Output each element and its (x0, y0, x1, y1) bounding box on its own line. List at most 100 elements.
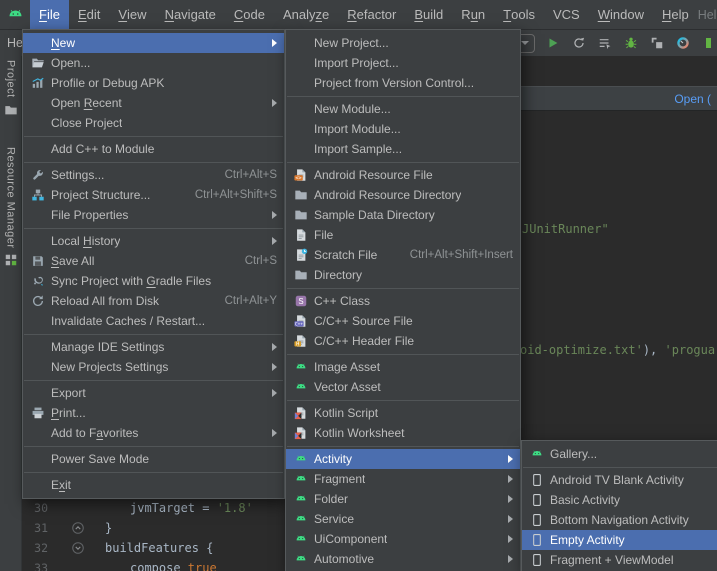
menu-item-android-resource-directory[interactable]: Android Resource Directory (286, 185, 520, 205)
menu-item-profile-or-debug-apk[interactable]: Profile or Debug APK (23, 73, 284, 93)
menu-item-file-properties[interactable]: File Properties (23, 205, 284, 225)
menu-item-service[interactable]: Service (286, 509, 520, 529)
menubar-item-window[interactable]: Window (589, 0, 653, 29)
device-edge-button[interactable] (700, 35, 717, 52)
menu-item-export[interactable]: Export (23, 383, 284, 403)
menubar-item-vcs[interactable]: VCS (544, 0, 589, 29)
menu-item-add-c-to-module[interactable]: Add C++ to Module (23, 139, 284, 159)
menu-separator (287, 446, 519, 447)
menu-item-open-recent[interactable]: Open Recent (23, 93, 284, 113)
menu-item-invalidate-caches-restart[interactable]: Invalidate Caches / Restart... (23, 311, 284, 331)
debug-bug-button[interactable] (622, 35, 639, 52)
menu-item-label: Gallery... (550, 447, 597, 461)
menu-item-label: Fragment (314, 472, 365, 486)
menubar-item-edit[interactable]: Edit (69, 0, 109, 29)
menu-item-label: Empty Activity (550, 533, 625, 547)
menu-item-c-c-source-file[interactable]: C++C/C++ Source File (286, 311, 520, 331)
menu-item-new[interactable]: New (23, 33, 284, 53)
menu-item-import-module[interactable]: Import Module... (286, 119, 520, 139)
menu-item-vector-asset[interactable]: Vector Asset (286, 377, 520, 397)
menubar-item-run[interactable]: Run (452, 0, 494, 29)
menu-item-gallery[interactable]: Gallery... (522, 444, 717, 464)
menu-item-power-save-mode[interactable]: Power Save Mode (23, 449, 284, 469)
menu-item-basic-activity[interactable]: Basic Activity (522, 490, 717, 510)
play-button[interactable] (544, 35, 561, 52)
menu-item-activity[interactable]: Activity (286, 449, 520, 469)
menu-item-icon-slot (292, 141, 309, 157)
cpp-source-icon: C++ (294, 314, 308, 328)
menu-item-label: Project Structure... (51, 188, 150, 202)
menu-item-project-from-version-control[interactable]: Project from Version Control... (286, 73, 520, 93)
android-studio-window: FileEditViewNavigateCodeAnalyzeRefactorB… (0, 0, 717, 571)
folder-icon (294, 208, 308, 222)
menu-item-android-resource-file[interactable]: <>Android Resource File (286, 165, 520, 185)
menu-separator (24, 334, 283, 335)
menu-item-label: Power Save Mode (51, 452, 149, 466)
menu-item-empty-activity[interactable]: Empty Activity (522, 530, 717, 550)
menu-item-fragment[interactable]: Fragment (286, 469, 520, 489)
menu-item-automotive[interactable]: Automotive (286, 549, 520, 569)
menu-item-sample-data-directory[interactable]: Sample Data Directory (286, 205, 520, 225)
menu-item-settings[interactable]: Settings...Ctrl+Alt+S (23, 165, 284, 185)
code-text: jvmTarget = '1.8' (130, 498, 253, 518)
menu-item-kotlin-worksheet[interactable]: Kotlin Worksheet (286, 423, 520, 443)
code-text: } (105, 518, 112, 538)
banner-open-link[interactable]: Open ( (674, 92, 717, 106)
fold-marker[interactable] (71, 521, 85, 535)
menu-item-sync-project-with-gradle-files[interactable]: Sync Project with Gradle Files (23, 271, 284, 291)
fold-marker[interactable] (71, 541, 85, 555)
menu-item-fragment-viewmodel[interactable]: Fragment + ViewModel (522, 550, 717, 570)
menu-item-add-to-favorites[interactable]: Add to Favorites (23, 423, 284, 443)
menu-item-android-tv-blank-activity[interactable]: Android TV Blank Activity (522, 470, 717, 490)
menu-item-manage-ide-settings[interactable]: Manage IDE Settings (23, 337, 284, 357)
menubar-item-help[interactable]: Help (653, 0, 698, 29)
menu-item-project-structure[interactable]: Project Structure...Ctrl+Alt+Shift+S (23, 185, 284, 205)
menu-item-print[interactable]: Print... (23, 403, 284, 423)
menu-item-new-project[interactable]: New Project... (286, 33, 520, 53)
tool-window-tab-resource-manager[interactable]: Resource Manager (4, 147, 18, 268)
submenu-arrow-icon (272, 389, 277, 397)
menu-item-uicomponent[interactable]: UiComponent (286, 529, 520, 549)
menubar-item-code[interactable]: Code (225, 0, 274, 29)
menu-item-close-project[interactable]: Close Project (23, 113, 284, 133)
menu-item-label: Save All (51, 254, 94, 268)
menu-item-save-all[interactable]: Save AllCtrl+S (23, 251, 284, 271)
activity-template-icon (530, 533, 544, 547)
menubar-item-refactor[interactable]: Refactor (338, 0, 405, 29)
menu-separator (24, 228, 283, 229)
menu-item-new-module[interactable]: New Module... (286, 99, 520, 119)
menu-item-folder[interactable]: Folder (286, 489, 520, 509)
menu-item-kotlin-script[interactable]: Kotlin Script (286, 403, 520, 423)
menu-item-label: Service (314, 512, 354, 526)
menu-item-new-projects-settings[interactable]: New Projects Settings (23, 357, 284, 377)
menu-item-local-history[interactable]: Local History (23, 231, 284, 251)
menu-item-directory[interactable]: Directory (286, 265, 520, 285)
menu-item-c-class[interactable]: SC++ Class (286, 291, 520, 311)
menu-item-file[interactable]: File (286, 225, 520, 245)
profile-restart-button[interactable] (570, 35, 587, 52)
menu-item-image-asset[interactable]: Image Asset (286, 357, 520, 377)
run-list-button[interactable] (596, 35, 613, 52)
menu-item-bottom-navigation-activity[interactable]: Bottom Navigation Activity (522, 510, 717, 530)
menu-item-scratch-file[interactable]: Scratch FileCtrl+Alt+Shift+Insert (286, 245, 520, 265)
android-icon (294, 452, 308, 466)
tool-window-tab-project[interactable]: Project (4, 60, 18, 117)
menu-separator (287, 354, 519, 355)
menu-item-exit[interactable]: Exit (23, 475, 284, 495)
profiler-button[interactable] (674, 35, 691, 52)
menubar-item-view[interactable]: View (109, 0, 155, 29)
menubar-item-file[interactable]: File (30, 0, 69, 29)
menu-item-import-sample[interactable]: Import Sample... (286, 139, 520, 159)
menu-item-reload-all-from-disk[interactable]: Reload All from DiskCtrl+Alt+Y (23, 291, 284, 311)
menu-item-open[interactable]: Open... (23, 53, 284, 73)
menubar-item-tools[interactable]: Tools (494, 0, 544, 29)
menu-item-label: New Projects Settings (51, 360, 168, 374)
menubar-item-build[interactable]: Build (405, 0, 452, 29)
menu-item-import-project[interactable]: Import Project... (286, 53, 520, 73)
menu-item-label: Image Asset (314, 360, 380, 374)
menubar-item-analyze[interactable]: Analyze (274, 0, 338, 29)
attach-button[interactable] (648, 35, 665, 52)
menubar-item-navigate[interactable]: Navigate (156, 0, 225, 29)
menu-separator (24, 380, 283, 381)
menu-item-c-c-header-file[interactable]: HC/C++ Header File (286, 331, 520, 351)
